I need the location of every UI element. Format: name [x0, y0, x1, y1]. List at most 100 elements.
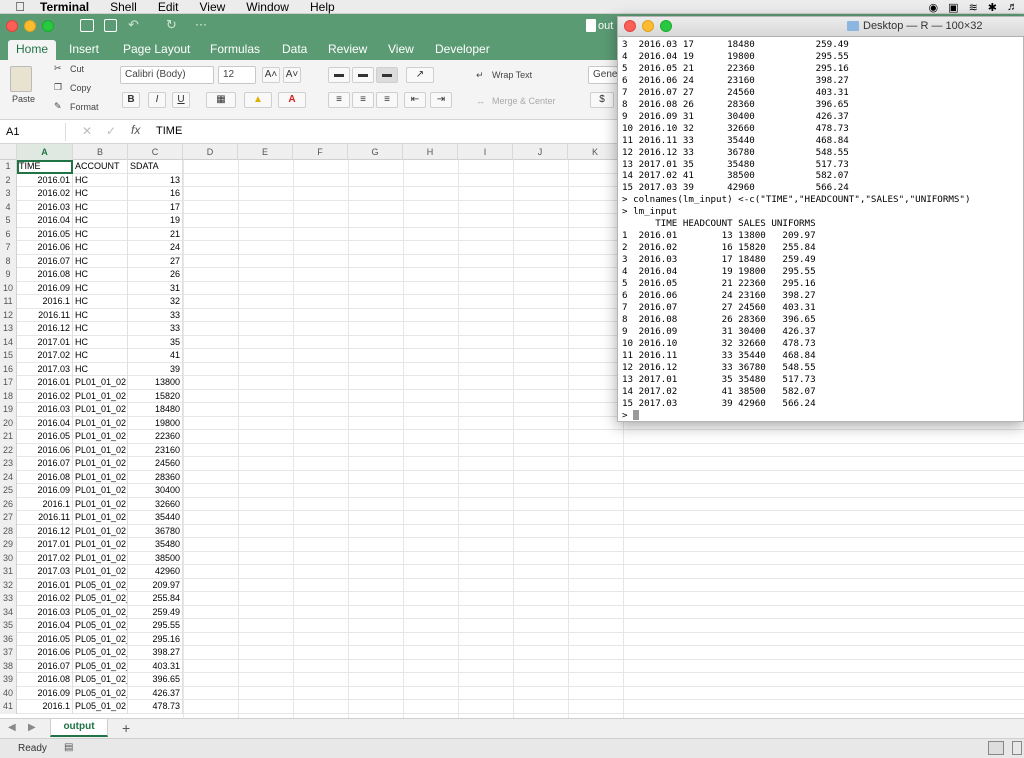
cell-c17[interactable]: 13800 [128, 376, 183, 390]
row-number[interactable]: 20 [0, 416, 17, 430]
row-number[interactable]: 22 [0, 443, 17, 457]
cell-a39[interactable]: 2016.08 [17, 673, 73, 687]
cell-a22[interactable]: 2016.06 [17, 443, 73, 457]
cell-c25[interactable]: 30400 [128, 484, 183, 498]
cell-a24[interactable]: 2016.08 [17, 470, 73, 484]
cell-c8[interactable]: 27 [128, 254, 183, 268]
cell-c9[interactable]: 26 [128, 268, 183, 282]
sidebar-icon[interactable] [80, 19, 94, 32]
cell-a17[interactable]: 2016.01 [17, 376, 73, 390]
menu-window[interactable]: Window [246, 0, 289, 14]
add-sheet-icon[interactable]: + [122, 720, 130, 736]
cell-c19[interactable]: 18480 [128, 403, 183, 417]
row-number[interactable]: 7 [0, 241, 17, 255]
cell-b23[interactable]: PL01_01_02 [73, 457, 128, 471]
align-bottom-icon[interactable]: ▬ [376, 67, 398, 83]
underline-icon[interactable]: U [172, 92, 190, 108]
formula-input[interactable]: TIME [156, 125, 596, 137]
cell-c39[interactable]: 396.65 [128, 673, 183, 687]
cell-c20[interactable]: 19800 [128, 416, 183, 430]
cell-a27[interactable]: 2016.11 [17, 511, 73, 525]
cell-b20[interactable]: PL01_01_02 [73, 416, 128, 430]
align-left-icon[interactable]: ≡ [328, 92, 350, 108]
cell-b36[interactable]: PL05_01_02_ [73, 632, 128, 646]
sheet-tab-output[interactable]: output [50, 719, 108, 737]
cell-c37[interactable]: 398.27 [128, 646, 183, 660]
cell-c4[interactable]: 17 [128, 200, 183, 214]
merge-center-button[interactable]: Merge & Center [492, 96, 556, 106]
undo-icon[interactable]: ↶ [128, 17, 139, 33]
row-number[interactable]: 10 [0, 281, 17, 295]
more-icon[interactable]: ··· [195, 17, 207, 31]
wrap-text-icon[interactable]: ↵ [476, 70, 484, 81]
cell-b26[interactable]: PL01_01_02 [73, 497, 128, 511]
tab-page-layout[interactable]: Page Layout [123, 40, 190, 60]
tab-formulas[interactable]: Formulas [210, 40, 260, 60]
cell-b10[interactable]: HC [73, 281, 128, 295]
cell-c35[interactable]: 295.55 [128, 619, 183, 633]
cell-c5[interactable]: 19 [128, 214, 183, 228]
terminal-zoom-button[interactable] [660, 20, 672, 32]
row-number[interactable]: 17 [0, 376, 17, 390]
cell-c13[interactable]: 33 [128, 322, 183, 336]
row-number[interactable]: 21 [0, 430, 17, 444]
select-all-corner[interactable] [0, 144, 17, 160]
name-box[interactable]: A1 [2, 123, 66, 141]
cell-a30[interactable]: 2017.02 [17, 551, 73, 565]
cell-b19[interactable]: PL01_01_02 [73, 403, 128, 417]
zoom-window-button[interactable] [42, 20, 54, 32]
cell-c6[interactable]: 21 [128, 227, 183, 241]
cell-a21[interactable]: 2016.05 [17, 430, 73, 444]
cell-c11[interactable]: 32 [128, 295, 183, 309]
cell-a11[interactable]: 2016.1 [17, 295, 73, 309]
menu-view[interactable]: View [200, 0, 226, 14]
cell-b9[interactable]: HC [73, 268, 128, 282]
italic-icon[interactable]: I [148, 92, 166, 108]
wifi-icon[interactable]: ≋ [969, 1, 978, 14]
cell-a28[interactable]: 2016.12 [17, 524, 73, 538]
copy-button[interactable]: Copy [70, 83, 91, 93]
cell-a8[interactable]: 2016.07 [17, 254, 73, 268]
column-header-b[interactable]: B [73, 144, 128, 160]
column-header-i[interactable]: I [458, 144, 513, 160]
row-number[interactable]: 26 [0, 497, 17, 511]
cell-a9[interactable]: 2016.08 [17, 268, 73, 282]
cell-a36[interactable]: 2016.05 [17, 632, 73, 646]
row-number[interactable]: 5 [0, 214, 17, 228]
cell-c32[interactable]: 209.97 [128, 578, 183, 592]
cell-b3[interactable]: HC [73, 187, 128, 201]
currency-button[interactable]: $ [590, 92, 614, 108]
font-name-select[interactable]: Calibri (Body) [120, 66, 214, 84]
cell-a12[interactable]: 2016.11 [17, 308, 73, 322]
cell-b2[interactable]: HC [73, 173, 128, 187]
cell-c26[interactable]: 32660 [128, 497, 183, 511]
row-number[interactable]: 32 [0, 578, 17, 592]
confirm-icon[interactable]: ✓ [106, 124, 116, 138]
row-number[interactable]: 19 [0, 403, 17, 417]
decrease-indent-icon[interactable]: ⇤ [404, 92, 426, 108]
row-number[interactable]: 23 [0, 457, 17, 471]
cell-c36[interactable]: 295.16 [128, 632, 183, 646]
row-number[interactable]: 11 [0, 295, 17, 309]
column-header-h[interactable]: H [403, 144, 458, 160]
row-number[interactable]: 4 [0, 200, 17, 214]
macro-record-icon[interactable]: ▤ [64, 742, 73, 753]
cell-a38[interactable]: 2016.07 [17, 659, 73, 673]
copy-icon[interactable]: ❐ [54, 82, 62, 93]
cell-b15[interactable]: HC [73, 349, 128, 363]
cell-a4[interactable]: 2016.03 [17, 200, 73, 214]
row-number[interactable]: 16 [0, 362, 17, 376]
menu-app-name[interactable]: Terminal [40, 0, 89, 14]
cell-c38[interactable]: 403.31 [128, 659, 183, 673]
row-number[interactable]: 6 [0, 227, 17, 241]
cell-b22[interactable]: PL01_01_02 [73, 443, 128, 457]
decrease-font-icon[interactable]: A˅ [283, 67, 301, 83]
cell-b34[interactable]: PL05_01_02_ [73, 605, 128, 619]
column-header-f[interactable]: F [293, 144, 348, 160]
terminal-title-bar[interactable]: Desktop — R — 100×32 [618, 17, 1024, 37]
cell-c16[interactable]: 39 [128, 362, 183, 376]
cell-b25[interactable]: PL01_01_02 [73, 484, 128, 498]
cancel-icon[interactable]: ✕ [82, 124, 92, 138]
cell-b33[interactable]: PL05_01_02_ [73, 592, 128, 606]
close-window-button[interactable] [6, 20, 18, 32]
